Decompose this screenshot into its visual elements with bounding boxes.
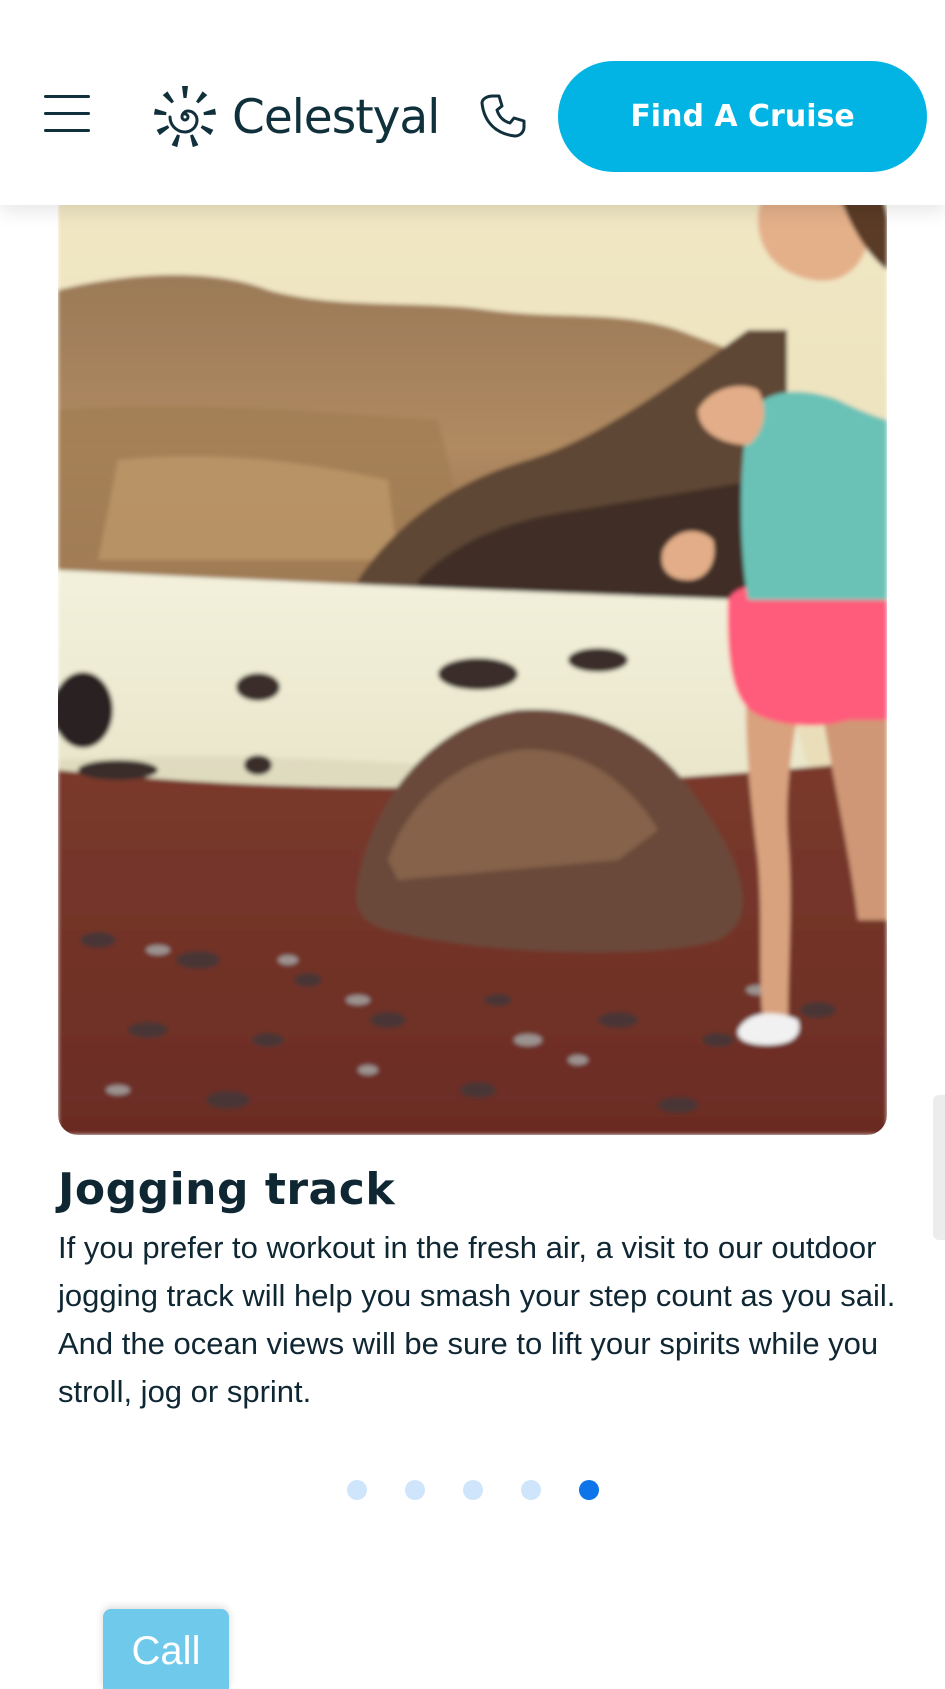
carousel-dot-4[interactable]	[520, 1480, 541, 1500]
carousel-dot-2[interactable]	[404, 1480, 425, 1500]
next-slide-peek	[933, 1095, 945, 1240]
carousel-dot-5[interactable]	[578, 1480, 599, 1500]
slide-title: Jogging track	[58, 1164, 396, 1215]
jogging-beach-photo	[58, 160, 887, 1135]
celestyal-sun-logo-icon	[153, 86, 217, 148]
call-button-label: Call	[131, 1629, 201, 1673]
site-header: Celestyal Find A Cruise	[0, 0, 945, 205]
slide-image	[58, 160, 887, 1135]
hamburger-menu-icon[interactable]	[42, 92, 92, 136]
carousel-pagination	[0, 1480, 945, 1500]
brand-logo[interactable]: Celestyal	[152, 84, 440, 150]
brand-name: Celestyal	[232, 89, 440, 145]
phone-icon[interactable]	[478, 92, 526, 140]
slide-description: If you prefer to workout in the fresh ai…	[58, 1230, 896, 1409]
find-a-cruise-button[interactable]: Find A Cruise	[558, 61, 927, 172]
carousel-dot-3[interactable]	[462, 1480, 483, 1500]
menu-bar	[44, 112, 90, 115]
menu-bar	[44, 95, 90, 98]
carousel-dot-1[interactable]	[346, 1480, 367, 1500]
call-button[interactable]: Call	[103, 1609, 229, 1689]
menu-bar	[44, 129, 90, 132]
